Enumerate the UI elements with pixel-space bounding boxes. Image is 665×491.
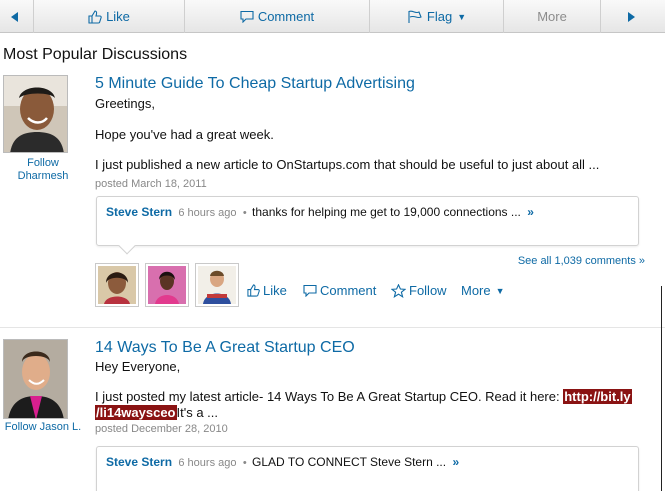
commenter-photo	[198, 266, 236, 304]
more-action-label: More	[461, 283, 491, 298]
latest-comment: Steve Stern 6 hours ago • thanks for hel…	[96, 196, 639, 246]
like-label: Like	[106, 9, 130, 24]
chevron-left-icon	[10, 11, 18, 22]
speech-bubble-icon	[303, 284, 317, 297]
flag-label: Flag	[426, 9, 453, 24]
thumbs-up-icon	[247, 284, 260, 297]
article-link[interactable]: /li14waysceo	[95, 405, 177, 420]
previous-button[interactable]	[0, 0, 34, 33]
thumbs-up-icon	[88, 9, 102, 24]
like-button[interactable]: Like	[34, 0, 185, 33]
avatar[interactable]	[3, 75, 68, 153]
comment-more-link[interactable]: »	[452, 455, 459, 469]
follow-author-link[interactable]: Follow Jason L.	[0, 421, 86, 434]
comment-author-link[interactable]: Steve Stern	[106, 205, 172, 219]
text-segment: It's a ...	[176, 405, 219, 420]
more-actions-dropdown[interactable]: More ▼	[461, 283, 505, 298]
discussion-text-line: I just posted my latest article- 14 Ways…	[95, 389, 632, 404]
follow-action-label: Follow	[409, 283, 447, 298]
see-all-comments-link[interactable]: See all 1,039 comments »	[518, 255, 645, 267]
comment-action-label: Comment	[320, 283, 377, 298]
follow-name: Dharmesh	[17, 170, 69, 182]
avatar-image	[4, 76, 67, 152]
chevron-down-icon: ▼	[457, 11, 467, 22]
posted-date: posted December 28, 2010	[95, 423, 228, 435]
comment-button[interactable]: Comment	[185, 0, 370, 33]
follow-action[interactable]: Follow	[391, 283, 447, 298]
discussion-text-line: I just published a new article to OnStar…	[95, 157, 600, 172]
comment-text: GLAD TO CONNECT Steve Stern ...	[252, 455, 447, 469]
discussion-greeting: Hey Everyone,	[95, 359, 181, 374]
discussion-title[interactable]: 14 Ways To Be A Great Startup CEO	[95, 339, 355, 357]
scrollbar-edge	[661, 286, 662, 491]
article-link[interactable]: http://bit.ly	[563, 389, 632, 404]
star-icon	[391, 283, 406, 298]
like-action-label: Like	[263, 283, 287, 298]
commenter-photo	[148, 266, 186, 304]
comment-more-link[interactable]: »	[527, 205, 534, 219]
speech-bubble-icon	[240, 10, 254, 23]
text-segment: I just posted my latest article- 14 Ways…	[95, 389, 564, 404]
avatar[interactable]	[3, 339, 68, 419]
comment-action[interactable]: Comment	[303, 283, 376, 298]
posted-date: posted March 18, 2011	[95, 178, 207, 190]
discussion-text-line: Hope you've had a great week.	[95, 127, 274, 142]
comment-author-link[interactable]: Steve Stern	[106, 455, 172, 469]
discussion-greeting: Greetings,	[95, 96, 155, 111]
commenter-photo	[98, 266, 136, 304]
commenter-thumbnail[interactable]	[145, 263, 189, 307]
discussion-title[interactable]: 5 Minute Guide To Cheap Startup Advertis…	[95, 75, 415, 93]
chevron-down-icon: ▼	[495, 285, 505, 296]
latest-comment: Steve Stern 6 hours ago • GLAD TO CONNEC…	[96, 446, 639, 491]
action-toolbar: Like Comment Flag ▼ More	[0, 0, 665, 33]
flag-dropdown[interactable]: Flag ▼	[370, 0, 504, 33]
comment-time: 6 hours ago	[178, 207, 237, 219]
comment-text: thanks for helping me get to 19,000 conn…	[252, 205, 521, 219]
separator: •	[242, 457, 247, 469]
comment-time: 6 hours ago	[178, 457, 237, 469]
discussion-text-line: /li14waysceoIt's a ...	[95, 405, 218, 420]
like-action[interactable]: Like	[247, 283, 287, 298]
commenter-thumbnail[interactable]	[95, 263, 139, 307]
section-title: Most Popular Discussions	[3, 46, 188, 63]
next-button[interactable]	[601, 0, 665, 33]
comment-label: Comment	[257, 9, 315, 24]
follow-author-link[interactable]: Follow Dharmesh	[0, 157, 86, 183]
follow-label: Follow	[27, 157, 59, 169]
more-button[interactable]: More	[504, 0, 601, 33]
more-label: More	[537, 9, 567, 24]
divider	[0, 327, 665, 328]
avatar-image	[4, 340, 67, 418]
separator: •	[242, 207, 247, 219]
flag-icon	[408, 10, 422, 23]
commenter-thumbnail[interactable]	[195, 263, 239, 307]
chevron-right-icon	[628, 11, 635, 22]
